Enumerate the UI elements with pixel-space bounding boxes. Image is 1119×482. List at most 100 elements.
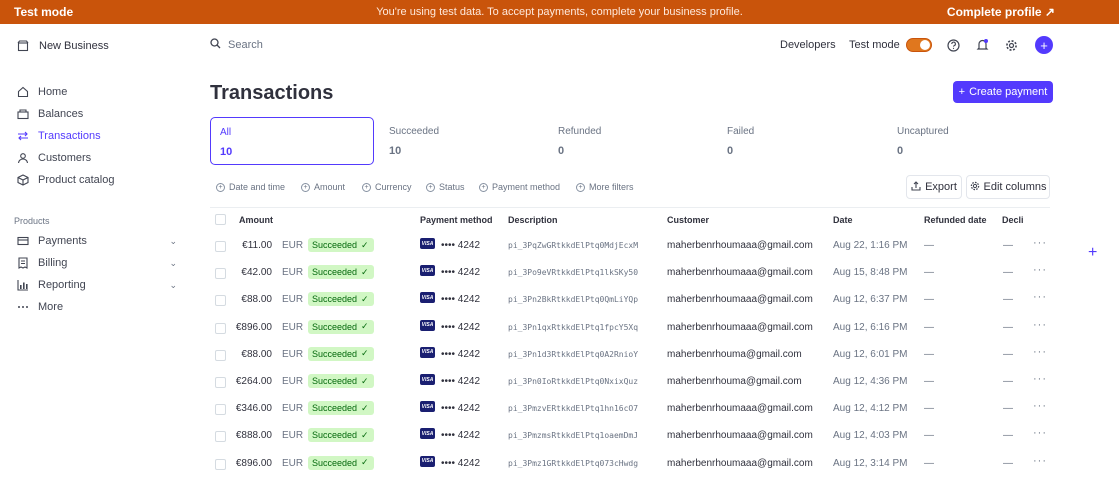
add-filter-icon: +: [426, 182, 435, 192]
currency-cell: EUR: [282, 348, 304, 360]
payments-icon: [17, 235, 29, 247]
row-actions-icon[interactable]: ···: [1033, 264, 1047, 276]
notifications-icon[interactable]: [974, 37, 990, 53]
test-mode-toggle[interactable]: Test mode: [849, 34, 932, 56]
table-row[interactable]: €888.00 EUR Succeeded ✓ VISA •••• 4242 pi_3Pmz…: [210, 423, 1050, 450]
check-icon: ✓: [361, 348, 369, 359]
filter-label: Currency: [375, 182, 412, 192]
column-header-description[interactable]: Description: [508, 215, 558, 225]
export-button[interactable]: Export: [906, 175, 962, 199]
complete-profile-link[interactable]: Complete profile ↗: [947, 5, 1055, 19]
check-icon: ✓: [361, 429, 369, 440]
refunded-date-cell: —: [924, 294, 934, 306]
status-tab-succeeded[interactable]: Succeeded 10: [380, 117, 544, 165]
status-tab-failed[interactable]: Failed 0: [718, 117, 882, 165]
status-badge: Succeeded ✓: [308, 265, 374, 280]
table-row[interactable]: €88.00 EUR Succeeded ✓ VISA •••• 4242 pi_3Pn2B…: [210, 287, 1050, 314]
status-tab-count: 0: [727, 145, 734, 157]
table-row[interactable]: €896.00 EUR Succeeded ✓ VISA •••• 4242 pi_3Pn1…: [210, 315, 1050, 342]
filter-more-filters[interactable]: + More filters: [576, 182, 634, 192]
status-tab-refunded[interactable]: Refunded 0: [549, 117, 713, 165]
check-icon: ✓: [361, 321, 369, 332]
sidebar-item-payments[interactable]: Payments ⌄: [17, 235, 177, 247]
description-cell: pi_3Pmz1GRtkkdElPtq073cHwdg: [508, 458, 639, 468]
edit-columns-button[interactable]: Edit columns: [966, 175, 1050, 199]
status-badge: Succeeded ✓: [308, 455, 374, 470]
refunded-date-cell: —: [924, 240, 934, 251]
store-icon: [17, 40, 29, 52]
chevron-down-icon: ⌄: [169, 235, 177, 246]
row-actions-icon[interactable]: ···: [1033, 319, 1047, 331]
table-row[interactable]: €346.00 EUR Succeeded ✓ VISA •••• 4242 pi_3Pmz…: [210, 396, 1050, 423]
check-icon: ✓: [361, 402, 369, 413]
status-badge: Succeeded ✓: [308, 346, 374, 361]
status-tab-uncaptured[interactable]: Uncaptured 0: [888, 117, 1052, 165]
settings-gear-icon[interactable]: [1003, 37, 1019, 53]
more-icon: [17, 301, 29, 313]
row-actions-icon[interactable]: ···: [1033, 373, 1047, 385]
row-actions-icon[interactable]: ···: [1033, 455, 1047, 467]
status-tab-label: Succeeded: [389, 126, 440, 137]
amount-cell: €88.00: [241, 348, 272, 360]
create-payment-button[interactable]: + Create payment: [953, 81, 1053, 103]
status-tab-count: 0: [897, 145, 904, 157]
amount-cell: €896.00: [235, 321, 272, 333]
visa-card-icon: VISA: [420, 428, 435, 440]
date-cell: Aug 22, 1:16 PM: [833, 240, 908, 251]
visa-card-icon: VISA: [420, 265, 435, 277]
row-actions-icon[interactable]: ···: [1033, 400, 1047, 412]
reporting-icon: [17, 279, 29, 291]
table-row[interactable]: €896.00 EUR Succeeded ✓ VISA •••• 4242 pi_3Pmz…: [210, 451, 1050, 478]
column-header-customer[interactable]: Customer: [667, 215, 709, 225]
sidebar-item-customers[interactable]: Customers: [17, 152, 167, 164]
column-header-date[interactable]: Date: [833, 215, 853, 225]
filter-currency[interactable]: + Currency: [362, 182, 412, 192]
table-row[interactable]: €11.00 EUR Succeeded ✓ VISA •••• 4242 pi_3PqZw…: [210, 233, 1050, 260]
column-header-payment-method[interactable]: Payment method: [420, 215, 493, 225]
card-last4-cell: •••• 4242: [441, 267, 481, 279]
filter-date-and-time[interactable]: + Date and time: [216, 182, 285, 192]
check-icon: ✓: [361, 375, 369, 386]
sidebar-item-more[interactable]: More: [17, 301, 167, 313]
description-cell: pi_3PmzmsRtkkdElPtq1oaemDmJ: [508, 431, 639, 441]
sidebar-item-transactions[interactable]: Transactions: [17, 130, 167, 142]
table-row[interactable]: €88.00 EUR Succeeded ✓ VISA •••• 4242 pi_3Pn1d…: [210, 342, 1050, 369]
row-actions-icon[interactable]: ···: [1033, 237, 1047, 249]
test-mode-label: Test mode: [849, 39, 900, 51]
export-icon: [911, 180, 921, 194]
refunded-date-cell: —: [924, 403, 934, 415]
sidebar-item-billing[interactable]: Billing ⌄: [17, 257, 177, 269]
column-header-amount[interactable]: Amount: [239, 215, 273, 225]
sidebar-item-home[interactable]: Home: [17, 86, 167, 98]
filter-payment-method[interactable]: + Payment method: [479, 182, 560, 192]
status-badge: Succeeded ✓: [308, 319, 374, 334]
filter-status[interactable]: + Status: [426, 182, 465, 192]
filter-amount[interactable]: + Amount: [301, 182, 345, 192]
table-row[interactable]: €42.00 EUR Succeeded ✓ VISA •••• 4242 pi_3Po9e…: [210, 260, 1050, 287]
card-last4-cell: •••• 4242: [441, 430, 481, 442]
column-header-declined[interactable]: Decli: [1002, 215, 1024, 225]
customer-cell: maherbenrhoumaaa@gmail.com: [667, 267, 813, 279]
description-cell: pi_3PmzvERtkkdElPtq1hn16cO7: [508, 404, 639, 414]
sidebar-item-reporting[interactable]: Reporting ⌄: [17, 279, 177, 291]
help-icon[interactable]: [945, 37, 961, 53]
developers-link[interactable]: Developers: [780, 34, 836, 56]
create-new-plus-button[interactable]: +: [1035, 36, 1053, 54]
select-all-checkbox[interactable]: [215, 214, 226, 225]
status-label: Succeeded: [312, 294, 358, 305]
filter-label: Date and time: [229, 182, 286, 192]
sidebar-item-product-catalog[interactable]: Product catalog: [17, 174, 167, 186]
add-column-plus-icon[interactable]: +: [1088, 244, 1097, 262]
sidebar-item-balances[interactable]: Balances: [17, 108, 167, 120]
status-badge: Succeeded ✓: [308, 428, 374, 443]
search-input[interactable]: Search: [210, 38, 263, 52]
column-header-refunded-date[interactable]: Refunded date: [924, 215, 987, 225]
toggle-switch[interactable]: [905, 38, 932, 52]
table-row[interactable]: €264.00 EUR Succeeded ✓ VISA •••• 4242 pi_3Pn0…: [210, 369, 1050, 396]
status-tab-all[interactable]: All 10: [210, 117, 374, 165]
description-cell: pi_3Pn1d3RtkkdElPtq0A2RnioY: [508, 349, 639, 359]
row-actions-icon[interactable]: ···: [1033, 346, 1047, 358]
account-switcher[interactable]: New Business: [17, 40, 109, 52]
row-actions-icon[interactable]: ···: [1033, 291, 1047, 303]
row-actions-icon[interactable]: ···: [1033, 427, 1047, 439]
